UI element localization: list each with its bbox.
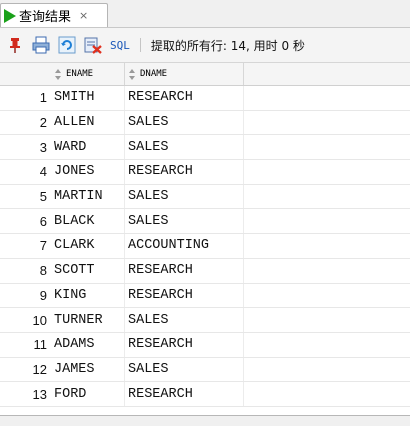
dname-cell[interactable]: RESEARCH <box>125 332 244 357</box>
ename-cell[interactable]: BLACK <box>51 209 125 234</box>
dname-cell[interactable]: RESEARCH <box>125 258 244 283</box>
ename-cell[interactable]: TURNER <box>51 308 125 332</box>
column-header-label: ENAME <box>66 69 94 79</box>
tab-query-result[interactable]: 查询结果 × <box>0 3 108 27</box>
ename-cell[interactable]: CLARK <box>51 234 125 258</box>
ename-cell[interactable]: WARD <box>51 135 125 160</box>
table-row[interactable]: 3 WARD SALES <box>0 135 410 161</box>
ename-cell[interactable]: SMITH <box>51 86 125 110</box>
table-row[interactable]: 6 BLACK SALES <box>0 209 410 235</box>
refresh-button[interactable] <box>56 34 78 56</box>
ename-cell[interactable]: ALLEN <box>51 110 125 135</box>
column-header-ename[interactable]: ENAME <box>51 63 125 85</box>
grid-rows: 1 SMITH RESEARCH 2 ALLEN SALES 3 WARD SALES 4 JONE… <box>0 86 410 407</box>
ename-cell[interactable]: JAMES <box>51 357 125 382</box>
refresh-icon <box>58 36 76 54</box>
dname-cell[interactable]: RESEARCH <box>125 160 244 184</box>
dname-cell[interactable]: SALES <box>125 184 244 209</box>
sort-icon <box>128 68 137 80</box>
grid-header: ENAME DNAME <box>0 63 410 86</box>
dname-cell[interactable]: SALES <box>125 308 244 332</box>
row-number-cell[interactable]: 10 <box>0 308 51 332</box>
ename-cell[interactable]: ADAMS <box>51 332 125 357</box>
dname-cell[interactable]: SALES <box>125 357 244 382</box>
results-toolbar: SQL 提取的所有行: 14, 用时 0 秒 <box>0 28 410 63</box>
table-row[interactable]: 7 CLARK ACCOUNTING <box>0 234 410 259</box>
row-number-cell[interactable]: 6 <box>0 209 51 233</box>
row-number-cell[interactable]: 8 <box>0 259 51 283</box>
row-number-cell[interactable]: 4 <box>0 160 51 184</box>
row-number-cell[interactable]: 12 <box>0 358 51 382</box>
table-row[interactable]: 2 ALLEN SALES <box>0 110 410 136</box>
results-grid: ENAME DNAME 1 SMITH RESEARCH 2 ALLEN SALES 3 WA… <box>0 63 410 415</box>
dname-cell[interactable]: ACCOUNTING <box>125 234 244 258</box>
export-button[interactable] <box>82 34 104 56</box>
table-row[interactable]: 11 ADAMS RESEARCH <box>0 332 410 358</box>
dname-cell[interactable]: SALES <box>125 110 244 135</box>
sort-icon <box>54 68 63 80</box>
sql-button[interactable]: SQL <box>110 39 130 52</box>
row-number-cell[interactable]: 2 <box>0 111 51 135</box>
tab-label: 查询结果 <box>19 10 72 25</box>
row-number-cell[interactable]: 3 <box>0 135 51 159</box>
tab-strip: 查询结果 × <box>0 0 410 28</box>
row-number-cell[interactable]: 13 <box>0 382 51 406</box>
table-row[interactable]: 9 KING RESEARCH <box>0 283 410 309</box>
table-row[interactable]: 13 FORD RESEARCH <box>0 382 410 407</box>
table-row[interactable]: 4 JONES RESEARCH <box>0 160 410 185</box>
ename-cell[interactable]: FORD <box>51 382 125 406</box>
dname-cell[interactable]: SALES <box>125 135 244 160</box>
dname-cell[interactable]: RESEARCH <box>125 382 244 406</box>
dname-cell[interactable]: RESEARCH <box>125 283 244 308</box>
row-number-cell[interactable]: 1 <box>0 86 51 110</box>
print-icon <box>32 36 50 54</box>
close-icon[interactable]: × <box>79 9 88 22</box>
dname-cell[interactable]: SALES <box>125 209 244 234</box>
table-row[interactable]: 5 MARTIN SALES <box>0 184 410 210</box>
pin-icon <box>10 38 20 53</box>
ename-cell[interactable]: SCOTT <box>51 258 125 283</box>
horizontal-scrollbar[interactable] <box>0 415 410 426</box>
column-header-label: DNAME <box>140 69 168 79</box>
table-row[interactable]: 12 JAMES SALES <box>0 357 410 383</box>
print-button[interactable] <box>30 34 52 56</box>
row-number-cell[interactable]: 11 <box>0 333 51 357</box>
row-number-cell[interactable]: 7 <box>0 234 51 258</box>
table-row[interactable]: 10 TURNER SALES <box>0 308 410 333</box>
fetch-status: 提取的所有行: 14, 用时 0 秒 <box>150 38 305 53</box>
row-number-cell[interactable]: 9 <box>0 284 51 308</box>
dname-cell[interactable]: RESEARCH <box>125 86 244 110</box>
row-number-cell[interactable]: 5 <box>0 185 51 209</box>
toolbar-separator <box>139 38 141 52</box>
ename-cell[interactable]: KING <box>51 283 125 308</box>
table-row[interactable]: 8 SCOTT RESEARCH <box>0 258 410 284</box>
column-header-dname[interactable]: DNAME <box>125 63 244 85</box>
play-icon <box>4 8 16 23</box>
ename-cell[interactable]: MARTIN <box>51 184 125 209</box>
ename-cell[interactable]: JONES <box>51 160 125 184</box>
table-row[interactable]: 1 SMITH RESEARCH <box>0 86 410 111</box>
pin-button[interactable] <box>4 34 26 56</box>
export-icon <box>84 37 102 54</box>
